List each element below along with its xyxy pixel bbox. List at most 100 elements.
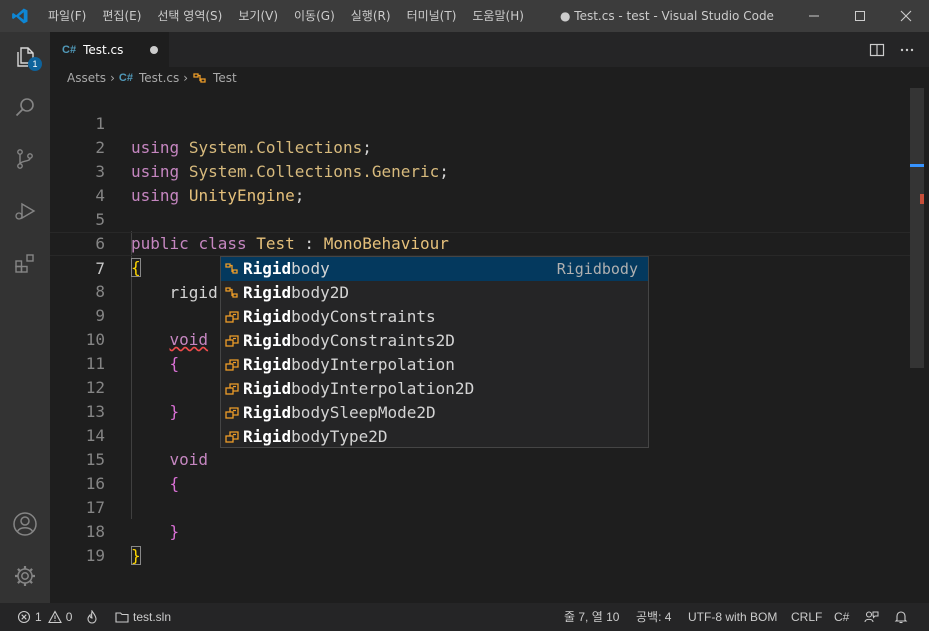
editor-tabs: C# Test.cs [50,32,929,67]
flame-status[interactable] [85,603,99,631]
menu-run[interactable]: 실행(R) [343,0,399,32]
minimize-button[interactable] [791,0,837,32]
cursor-marker [910,164,924,167]
close-icon [900,10,912,22]
enum-symbol-icon [225,431,239,443]
bell-icon [894,611,908,624]
menu-terminal[interactable]: 터미널(T) [399,0,465,32]
suggestion-item[interactable]: RigidbodyConstraints [221,305,648,329]
code-line: 5 public class Test : MonoBehaviour [50,184,910,253]
enum-symbol-icon [225,311,239,323]
solution-status[interactable]: test.sln [115,603,171,631]
scrollbar-thumb[interactable] [910,88,924,368]
warning-count: 0 [65,610,73,624]
split-editor-icon[interactable] [869,42,885,58]
run-debug-button[interactable] [0,186,50,236]
enum-symbol-icon [225,335,239,347]
status-bar: 1 0 test.sln 줄 7, 열 10 공백: 4 UTF-8 with … [0,603,929,631]
code-line: 18 } [50,496,910,565]
activity-bar: 1 [0,32,50,603]
maximize-button[interactable] [837,0,883,32]
indentation-status[interactable]: 공백: 4 [636,603,671,631]
explorer-button[interactable]: 1 [0,32,50,82]
unsaved-dot-icon[interactable] [150,46,158,54]
class-symbol-icon [193,72,206,83]
suggestion-item[interactable]: Rigidbody Rigidbody [221,257,648,281]
csharp-icon: C# [62,43,77,56]
code-line: 19 [50,520,910,565]
run-debug-icon [15,202,36,220]
vertical-scrollbar[interactable] [910,88,924,603]
suggestion-item[interactable]: RigidbodyInterpolation2D [221,377,648,401]
language-status[interactable]: C# [834,603,849,631]
window-title: ● Test.cs - test - Visual Studio Code [560,9,774,23]
solution-name: test.sln [133,610,172,624]
tab-actions [869,32,915,67]
title-bar: 파일(F) 편집(E) 선택 영역(S) 보기(V) 이동(G) 실행(R) 터… [0,0,929,32]
tab-label: Test.cs [83,42,124,57]
search-icon [15,98,34,117]
code-line: 3 using UnityEngine; [50,136,910,205]
maximize-icon [855,11,865,21]
manage-button[interactable] [0,551,50,601]
menu-edit[interactable]: 편집(E) [94,0,149,32]
menu-go[interactable]: 이동(G) [286,0,343,32]
flame-icon [87,610,97,624]
feedback-button[interactable] [864,603,879,631]
enum-symbol-icon [225,359,239,371]
brace: } [131,546,141,565]
csharp-icon: C# [118,71,133,84]
breadcrumb-symbol[interactable]: Test [213,71,237,85]
close-button[interactable] [883,0,929,32]
code-line: 1 using System.Collections; [50,88,910,157]
enum-symbol-icon [225,383,239,395]
code-line: 17 } [50,472,910,541]
error-marker [920,194,924,204]
code-line-current: 7 rigid [50,232,910,302]
suggestion-item[interactable]: RigidbodyType2D [221,425,648,449]
source-control-icon [17,149,33,169]
error-icon [17,610,31,624]
feedback-icon [864,611,879,623]
account-icon [13,512,37,536]
suggestion-item[interactable]: RigidbodyConstraints2D [221,329,648,353]
extensions-icon [15,254,34,273]
extensions-button[interactable] [0,238,50,288]
problems-status[interactable]: 1 0 [17,603,72,631]
minimize-icon [809,15,819,17]
chevron-right-icon: › [110,70,115,85]
menu-view[interactable]: 보기(V) [230,0,286,32]
code-line: 6 { [50,208,910,277]
breadcrumb-file[interactable]: Test.cs [139,71,179,85]
enum-symbol-icon [225,407,239,419]
tab-test-cs[interactable]: C# Test.cs [50,32,169,67]
code-line: 16 [50,448,910,493]
menu-selection[interactable]: 선택 영역(S) [149,0,230,32]
gear-icon [15,566,35,586]
autocomplete-popup: Rigidbody Rigidbody Rigidbody2D Rigidbod… [220,256,649,448]
suggestion-item[interactable]: Rigidbody2D [221,281,648,305]
code-line: 2 using System.Collections.Generic; [50,112,910,181]
cursor-position[interactable]: 줄 7, 열 10 [564,603,619,631]
breadcrumb-folder[interactable]: Assets [67,71,106,85]
class-symbol-icon [225,287,238,298]
encoding-status[interactable]: UTF-8 with BOM [688,603,777,631]
menu-help[interactable]: 도움말(H) [464,0,532,32]
warning-icon [47,610,62,624]
code-line: 4 [50,160,910,205]
accounts-button[interactable] [0,499,50,549]
more-actions-icon[interactable] [899,42,915,58]
notifications-button[interactable] [894,603,908,631]
explorer-badge: 1 [28,57,42,71]
suggestion-item[interactable]: RigidbodyInterpolation [221,353,648,377]
menu-file[interactable]: 파일(F) [40,0,94,32]
error-count: 1 [35,610,42,624]
source-control-button[interactable] [0,134,50,184]
folder-icon [115,612,129,623]
suggestion-item[interactable]: RigidbodySleepMode2D [221,401,648,425]
search-button[interactable] [0,82,50,132]
menu-bar: 파일(F) 편집(E) 선택 영역(S) 보기(V) 이동(G) 실행(R) 터… [40,0,532,32]
eol-status[interactable]: CRLF [791,603,822,631]
class-symbol-icon [225,263,238,274]
window-controls [791,0,929,32]
